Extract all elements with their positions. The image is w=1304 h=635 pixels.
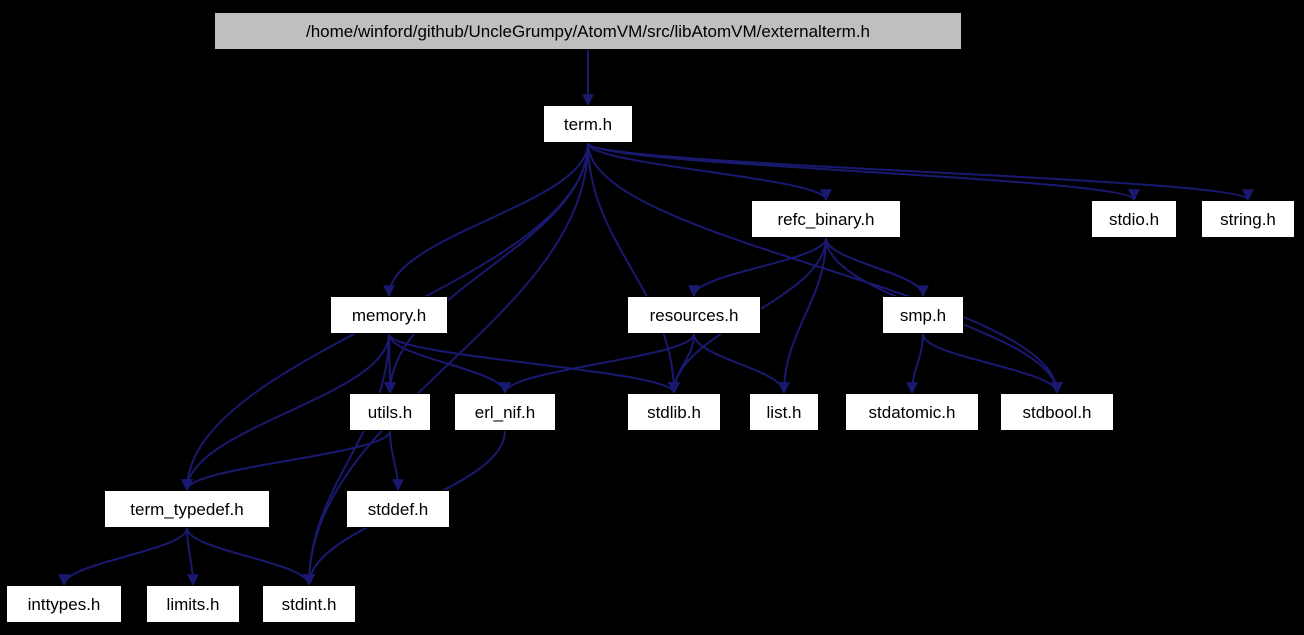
edge-refc-smp — [826, 238, 923, 296]
node-limits[interactable]: limits.h — [146, 585, 240, 623]
edge-term-stdio — [588, 143, 1134, 200]
dependency-graph: /home/winford/github/UncleGrumpy/AtomVM/… — [0, 0, 1304, 635]
edge-smp-stdatomic — [912, 334, 923, 393]
node-stddef[interactable]: stddef.h — [346, 490, 450, 528]
edge-resources-list — [694, 334, 784, 393]
node-erlnif[interactable]: erl_nif.h — [454, 393, 556, 431]
node-string[interactable]: string.h — [1201, 200, 1295, 238]
edge-utils-stddef — [390, 431, 398, 490]
node-stdbool[interactable]: stdbool.h — [1000, 393, 1114, 431]
node-list[interactable]: list.h — [749, 393, 819, 431]
node-memory[interactable]: memory.h — [330, 296, 448, 334]
edge-refc-resources — [694, 238, 826, 296]
edge-term-refc — [588, 143, 826, 200]
edge-term-stdlib — [588, 143, 674, 393]
node-stdlib[interactable]: stdlib.h — [627, 393, 721, 431]
edge-memory-stdint — [309, 334, 389, 585]
edge-termtd-inttypes — [64, 528, 187, 585]
edge-termtd-limits — [187, 528, 193, 585]
edge-utils-termtd — [187, 431, 390, 490]
node-refc[interactable]: refc_binary.h — [751, 200, 901, 238]
edge-term-utils — [390, 143, 588, 393]
node-smp[interactable]: smp.h — [882, 296, 964, 334]
node-stdio[interactable]: stdio.h — [1091, 200, 1177, 238]
node-utils[interactable]: utils.h — [349, 393, 431, 431]
node-resources[interactable]: resources.h — [627, 296, 761, 334]
edge-resources-stdlib — [674, 334, 694, 393]
edge-term-stdbool — [588, 143, 1057, 393]
edge-term-memory — [389, 143, 588, 296]
edge-resources-erlnif — [505, 334, 694, 393]
edge-memory-erlnif — [389, 334, 505, 393]
node-term[interactable]: term.h — [543, 105, 633, 143]
node-stdint[interactable]: stdint.h — [262, 585, 356, 623]
node-inttypes[interactable]: inttypes.h — [6, 585, 122, 623]
edge-smp-stdbool — [923, 334, 1057, 393]
node-stdatomic[interactable]: stdatomic.h — [845, 393, 979, 431]
edge-memory-utils — [389, 334, 390, 393]
node-root[interactable]: /home/winford/github/UncleGrumpy/AtomVM/… — [214, 12, 962, 50]
edge-term-string — [588, 143, 1248, 200]
node-termtd[interactable]: term_typedef.h — [104, 490, 270, 528]
edge-memory-stdlib — [389, 334, 674, 393]
edge-refc-list — [784, 238, 826, 393]
edge-termtd-stdint — [187, 528, 309, 585]
